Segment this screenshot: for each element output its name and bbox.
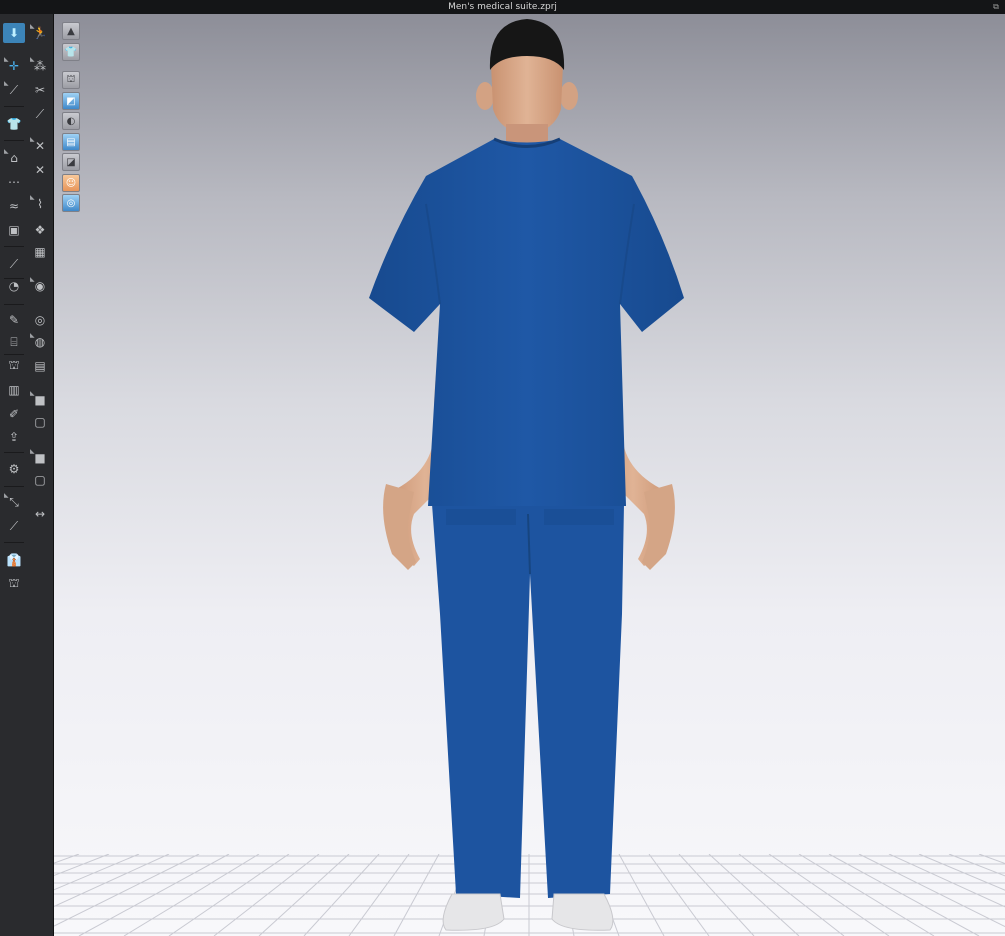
wand-icon[interactable]: ◣ ⟋: [3, 80, 25, 100]
toolbar-divider: [4, 452, 24, 453]
strap-icon[interactable]: ◣ ✕: [29, 136, 51, 156]
avatar-model[interactable]: [54, 14, 1005, 936]
needle-icon[interactable]: ⟋: [3, 516, 25, 536]
skin-avatar-icon[interactable]: ☺: [62, 174, 80, 192]
left-toolbar: ⬇ ◣ ✛ ◣ ⟋ 👕 ◣ ⌂ ⋯ ≈ ▣ ⟋ ◔ ✎ ⌸ ⛫ ▥ ✐ ⇪ ⚙ ◣ ⤡ …: [0, 14, 54, 936]
fold-icon[interactable]: ⋯: [3, 172, 25, 192]
toolbar-divider: [4, 542, 24, 543]
pen-icon[interactable]: ✐: [3, 404, 25, 424]
toolbar-divider: [4, 140, 24, 141]
brush-icon[interactable]: ✎: [3, 310, 25, 330]
float-window-icon[interactable]: ⧉: [991, 2, 1001, 12]
avatar-arrow-icon[interactable]: ⇪: [3, 427, 25, 447]
split-arrows-icon[interactable]: ↔: [29, 504, 51, 524]
points-icon[interactable]: ◣ ⁂: [29, 56, 51, 76]
window-title: Men's medical suite.zprj: [448, 2, 557, 12]
texture-icon[interactable]: ❖: [29, 220, 51, 240]
fabric-block-icon[interactable]: ◣ ■: [29, 448, 51, 468]
ruler-icon[interactable]: ◣ ⤡: [3, 492, 25, 512]
avatar-head: [476, 19, 578, 146]
camera-icon[interactable]: ▣: [3, 220, 25, 240]
button-icon[interactable]: ◣ ◉: [29, 276, 51, 296]
left-shoe: [442, 893, 505, 931]
pattern-edit-icon[interactable]: ✂: [29, 80, 51, 100]
tack-icon[interactable]: ⟋: [29, 104, 51, 124]
pattern-eye-icon[interactable]: ◩: [62, 92, 80, 110]
sewing-icon[interactable]: ⌸: [3, 332, 25, 352]
steam-icon[interactable]: ≈: [3, 196, 25, 216]
shirt-icon[interactable]: 👔: [3, 550, 25, 570]
button-lock-icon[interactable]: ◎: [29, 310, 51, 330]
toolbar-divider: [4, 486, 24, 487]
measure-icon[interactable]: ⚙: [3, 459, 25, 479]
shirt-eye-icon[interactable]: ⛫: [62, 71, 80, 89]
3d-viewport[interactable]: ▲ 👕 ⛫ ◩ ◐ ▤ ◪ ☺ ◎: [54, 14, 1005, 936]
stand-icon[interactable]: ▲: [62, 22, 80, 40]
fabric-large-icon[interactable]: ▢: [29, 470, 51, 490]
garment-gray-icon[interactable]: 👕: [62, 43, 80, 61]
toolbar-divider: [4, 106, 24, 107]
toolbar-divider: [4, 304, 24, 305]
pose-icon[interactable]: ◣ 🏃: [29, 23, 51, 43]
shirt-outline-icon[interactable]: ⛫: [3, 574, 25, 594]
toolbar-divider: [4, 246, 24, 247]
book-icon[interactable]: ▥: [3, 380, 25, 400]
scale-icon[interactable]: ◣ ◍: [29, 332, 51, 352]
zipper-icon[interactable]: ◣ ⌇: [29, 194, 51, 214]
tape-icon[interactable]: ⟋: [3, 254, 25, 274]
seam-icon[interactable]: ◔: [3, 276, 25, 296]
pin-icon[interactable]: ◣ ⌂: [3, 148, 25, 168]
shirt-sim-icon[interactable]: 👕: [3, 114, 25, 134]
garment-icon[interactable]: ⛫: [3, 356, 25, 376]
toolbar-divider: [4, 354, 24, 355]
shadow-icon[interactable]: ◪: [62, 153, 80, 171]
scrub-shirt: [369, 139, 684, 506]
title-bar: Men's medical suite.zprj ⧉: [0, 0, 1005, 14]
scrub-pants: [432, 504, 624, 898]
globe-icon[interactable]: ◎: [62, 194, 80, 212]
fabric-small-icon[interactable]: ▢: [29, 412, 51, 432]
fit-icon[interactable]: ✕: [29, 160, 51, 180]
transform-icon[interactable]: ◣ ✛: [3, 56, 25, 76]
right-shoe: [551, 893, 614, 931]
grid-icon[interactable]: ▦: [29, 242, 51, 262]
fabric-square-icon[interactable]: ◣ ■: [29, 390, 51, 410]
move-arrow-icon[interactable]: ⬇: [3, 23, 25, 43]
avatar-eye-icon[interactable]: ◐: [62, 112, 80, 130]
fabric-blue-icon[interactable]: ▤: [62, 133, 80, 151]
fabric-swatch-icon[interactable]: ▤: [29, 356, 51, 376]
